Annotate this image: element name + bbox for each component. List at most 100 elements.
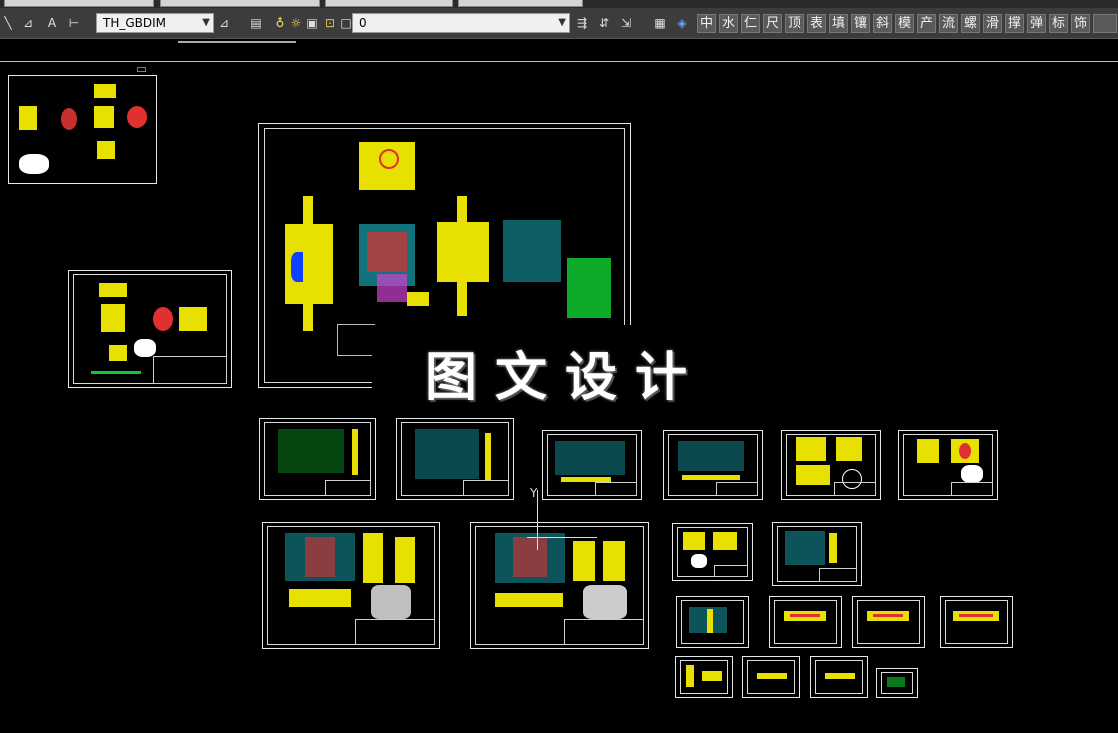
tool-button-13[interactable]: 螺 (961, 14, 980, 33)
title-block (819, 568, 857, 582)
drawing-sheet[interactable] (675, 656, 733, 698)
tool-button-5[interactable]: 顶 (785, 14, 804, 33)
stack-icon[interactable]: ▦ (652, 15, 668, 31)
chevron-down-icon: ▼ (558, 17, 566, 28)
tool-button-7[interactable]: 填 (829, 14, 848, 33)
drawing-sheet[interactable] (262, 522, 440, 649)
tool-button-3[interactable]: 仁 (741, 14, 760, 33)
drawing-tab[interactable] (458, 0, 583, 7)
plate-view (678, 441, 744, 471)
drawing-sheet[interactable] (672, 523, 753, 581)
tool-button-12[interactable]: 流 (939, 14, 958, 33)
drawing-sheet[interactable] (259, 418, 376, 500)
drawing-sheet[interactable] (898, 430, 998, 500)
dimension-linear-icon[interactable]: ⊿ (20, 15, 36, 31)
section-view (363, 533, 383, 583)
title-block (463, 480, 509, 496)
tool-button-1[interactable]: 中 (697, 14, 716, 33)
part-shape (94, 106, 114, 128)
drawing-sheet[interactable] (396, 418, 514, 500)
part-shape (796, 437, 826, 461)
notes-text (91, 371, 141, 374)
tool-button-2[interactable]: 水 (719, 14, 738, 33)
globe-icon[interactable]: ◈ (674, 15, 690, 31)
plate-view (555, 441, 625, 475)
dim-update-icon[interactable]: ⊿ (216, 15, 232, 31)
drawing-sheet[interactable] (542, 430, 642, 500)
tool-button-more[interactable] (1093, 14, 1117, 33)
drawing-tab[interactable] (4, 0, 154, 7)
tool-button-18[interactable]: 饰 (1071, 14, 1090, 33)
tool-button-15[interactable]: 撑 (1005, 14, 1024, 33)
tool-button-6[interactable]: 表 (807, 14, 826, 33)
part-shape (179, 307, 207, 331)
drawing-sheet[interactable] (781, 430, 881, 500)
drawing-sheet-small[interactable] (8, 75, 157, 184)
core-view (305, 537, 335, 577)
drawing-tab[interactable] (325, 0, 453, 7)
top-tab-strip (0, 0, 1118, 8)
drawing-sheet[interactable] (772, 522, 862, 586)
drawing-sheet[interactable] (676, 596, 749, 648)
make-current-icon[interactable]: ⇶ (574, 15, 590, 31)
tool-button-16[interactable]: 弹 (1027, 14, 1046, 33)
part-shape (917, 439, 939, 463)
side-view (495, 593, 563, 607)
dimstyle-select[interactable]: TH_GBDIM ▼ (96, 13, 214, 33)
part-shape (836, 437, 862, 461)
drawing-sheet[interactable] (663, 430, 763, 500)
layer-previous-icon[interactable]: ⇵ (596, 15, 612, 31)
sun-icon[interactable]: ☼ (288, 15, 304, 31)
drawing-sheet[interactable] (852, 596, 925, 648)
properties-toolbar: ╲ ⊿ A ⊢ TH_GBDIM ▼ ⊿ ▤ ♁ ☼ ▣ ⊡ □ 0 ▼ ⇶ ⇵… (0, 8, 1118, 39)
toolbar-underline (0, 39, 1118, 47)
title-block (714, 565, 748, 577)
part-shape (713, 532, 737, 550)
drawing-sheet[interactable] (876, 668, 918, 698)
dimension-text-icon[interactable]: A (44, 15, 60, 31)
drawing-sheet[interactable] (68, 270, 232, 388)
centerline (873, 614, 903, 617)
drawing-sheet[interactable] (769, 596, 842, 648)
tool-button-14[interactable]: 滑 (983, 14, 1002, 33)
tool-button-4[interactable]: 尺 (763, 14, 782, 33)
unlock-icon[interactable]: ⊡ (322, 15, 338, 31)
part-shape (19, 106, 37, 130)
sheet-frame (774, 600, 837, 644)
part-shape (757, 673, 787, 679)
part-3d-view (19, 154, 49, 174)
tool-button-8[interactable]: 镶 (851, 14, 870, 33)
section-view (395, 537, 415, 583)
watermark-text: 图文设计 (425, 347, 706, 408)
layer-select[interactable]: 0 ▼ (352, 13, 570, 33)
lock-icon[interactable]: ▣ (304, 15, 320, 31)
arrow-icon[interactable]: ╲ (0, 15, 16, 31)
drawing-sheet[interactable] (810, 656, 868, 698)
part-shape (94, 84, 116, 98)
bulb-icon[interactable]: ♁ (272, 15, 288, 31)
drawing-sheet[interactable] (470, 522, 649, 649)
layer-state-icon[interactable]: ⇲ (618, 15, 634, 31)
title-block (325, 480, 371, 496)
dimension-style-icon[interactable]: ⊢ (66, 15, 82, 31)
part-shape (796, 465, 830, 485)
part-shape (825, 673, 855, 679)
tool-button-11[interactable]: 产 (917, 14, 936, 33)
drawing-sheet[interactable] (742, 656, 800, 698)
tool-button-17[interactable]: 标 (1049, 14, 1068, 33)
title-block (595, 482, 637, 496)
ejector-rod (303, 196, 313, 331)
layer-manager-icon[interactable]: ▤ (248, 15, 264, 31)
runner (377, 274, 407, 302)
tool-button-9[interactable]: 斜 (873, 14, 892, 33)
plate-view (278, 429, 344, 473)
small-marker (137, 67, 146, 72)
tool-button-10[interactable]: 模 (895, 14, 914, 33)
plate-view (415, 429, 479, 479)
parts-list-table (567, 258, 611, 318)
drawing-tab[interactable] (160, 0, 320, 7)
core-view (513, 537, 547, 577)
drawing-sheet[interactable] (940, 596, 1013, 648)
gate-circle (379, 149, 399, 169)
dimstyle-value: TH_GBDIM (103, 16, 167, 30)
